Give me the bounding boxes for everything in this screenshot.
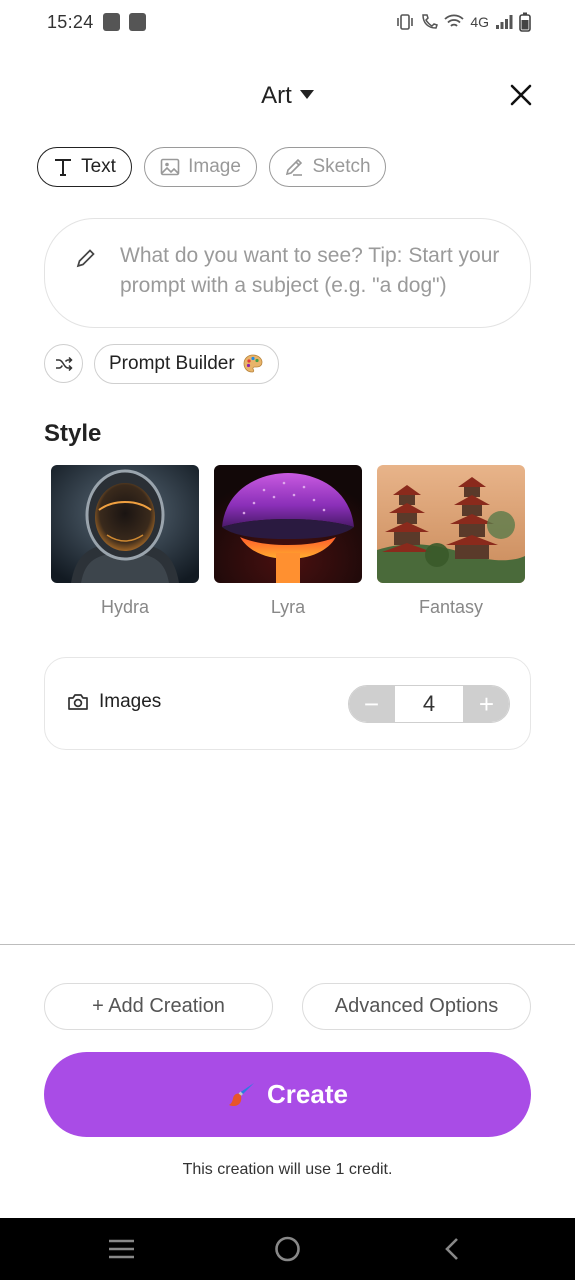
image-icon — [160, 158, 180, 176]
signal-icon — [496, 15, 513, 29]
quantity-stepper[interactable]: − 4 + — [348, 685, 510, 723]
style-card-lyra[interactable]: Lyra — [214, 465, 362, 618]
network-type: 4G — [470, 14, 489, 30]
wifi-icon — [444, 14, 464, 27]
vibrate-icon — [397, 14, 414, 30]
prompt-placeholder: What do you want to see? Tip: Start your… — [120, 244, 500, 297]
system-navigation-bar — [0, 1218, 575, 1280]
create-label: Create — [267, 1079, 348, 1109]
text-icon — [55, 159, 72, 176]
palette-icon — [243, 354, 263, 373]
advanced-options-button[interactable]: Advanced Options — [302, 983, 531, 1030]
decrement-button[interactable]: − — [349, 686, 394, 722]
header-title[interactable]: Art — [0, 82, 575, 110]
style-section-title: Style — [44, 420, 102, 447]
images-count-card: Images − 4 + — [44, 657, 531, 750]
paintbrush-icon — [229, 1082, 255, 1106]
home-icon[interactable] — [274, 1236, 301, 1262]
pencil-icon — [76, 249, 95, 268]
quantity-value[interactable]: 4 — [394, 686, 464, 722]
recent-apps-icon[interactable] — [108, 1236, 135, 1262]
images-label: Images — [99, 691, 162, 712]
add-creation-button[interactable]: + Add Creation — [44, 983, 273, 1030]
mode-title: Art — [261, 82, 292, 109]
status-bar: 15:24 4G — [0, 0, 575, 46]
style-thumbnail — [51, 465, 199, 583]
increment-button[interactable]: + — [464, 686, 509, 722]
tab-label: Image — [188, 156, 241, 177]
battery-icon — [519, 12, 531, 32]
status-icons: 4G — [396, 12, 531, 32]
style-thumbnail — [377, 465, 525, 583]
camera-icon — [68, 694, 88, 710]
style-thumbnail — [214, 465, 362, 583]
wifi-calling-icon — [422, 14, 439, 29]
tab-label: Sketch — [312, 156, 371, 177]
images-count-label: Images — [67, 691, 161, 713]
prompt-builder-label: Prompt Builder — [109, 353, 235, 374]
notification-icon — [129, 13, 146, 31]
credit-note: This creation will use 1 credit. — [182, 1161, 393, 1178]
back-icon[interactable] — [441, 1236, 463, 1262]
close-icon[interactable] — [508, 82, 534, 108]
prompt-input[interactable]: What do you want to see? Tip: Start your… — [44, 218, 531, 328]
shuffle-button[interactable] — [44, 344, 83, 383]
style-label: Hydra — [100, 597, 149, 617]
pencil-icon — [286, 158, 303, 176]
caret-down-icon — [299, 90, 314, 100]
status-time: 15:24 — [47, 12, 94, 32]
style-card-hydra[interactable]: Hydra — [51, 465, 199, 618]
notification-icon — [103, 13, 120, 31]
shuffle-icon — [55, 356, 73, 371]
tab-text[interactable]: Text — [37, 147, 132, 187]
style-label: Fantasy — [418, 597, 484, 617]
style-card-fantasy[interactable]: Fantasy — [377, 465, 525, 618]
tab-sketch[interactable]: Sketch — [269, 147, 386, 187]
prompt-builder-button[interactable]: Prompt Builder — [94, 344, 279, 384]
tab-image[interactable]: Image — [144, 147, 257, 187]
create-button[interactable]: Create — [44, 1052, 531, 1137]
tab-label: Text — [81, 156, 116, 177]
divider — [0, 944, 575, 945]
style-label: Lyra — [270, 597, 306, 617]
